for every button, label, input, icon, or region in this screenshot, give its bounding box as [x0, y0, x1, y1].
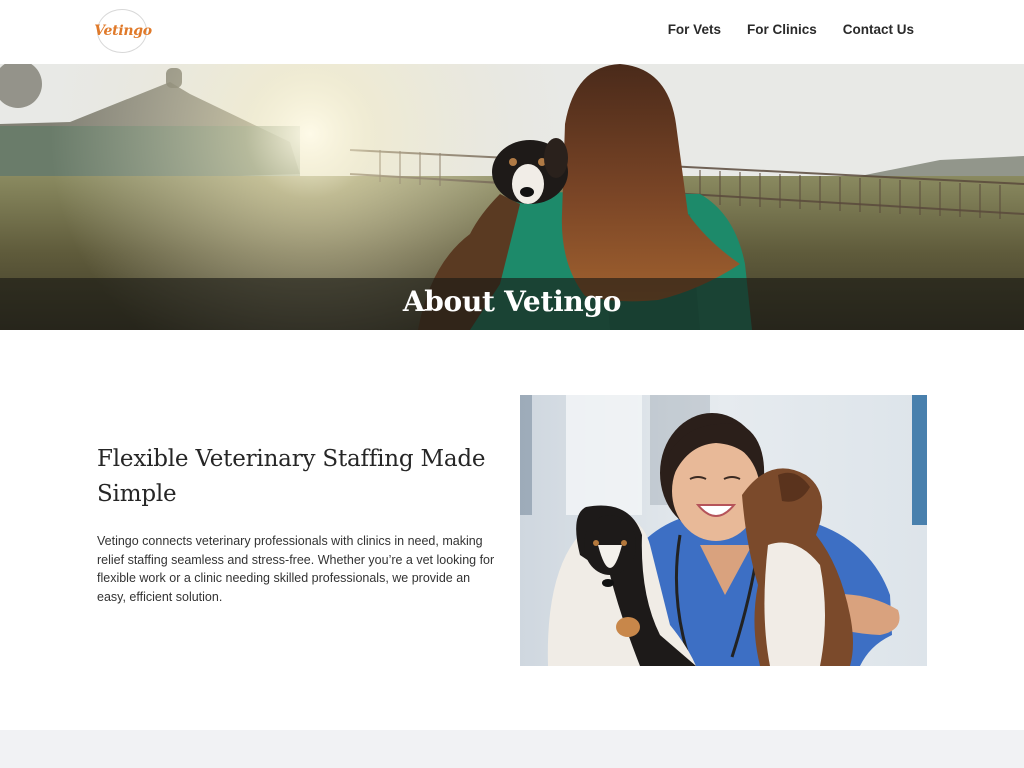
nav-link-for-clinics[interactable]: For Clinics — [747, 22, 817, 37]
about-image — [520, 395, 927, 666]
nav-link-contact-us[interactable]: Contact Us — [843, 22, 914, 37]
about-paragraph: Vetingo connects veterinary professional… — [97, 534, 495, 604]
logo[interactable]: Vetingo — [94, 9, 152, 53]
site-header: Vetingo For Vets For Clinics Contact Us — [0, 0, 1024, 64]
nav-link-for-vets[interactable]: For Vets — [668, 22, 721, 37]
about-heading: Flexible Veterinary Staffing Made Simple — [97, 446, 486, 507]
vet-with-puppies-illustration — [520, 395, 927, 666]
logo-text: Vetingo — [94, 23, 152, 39]
page-title: About Vetingo — [402, 285, 622, 318]
hero-banner: About Vetingo — [0, 64, 1024, 330]
footer-band — [0, 730, 1024, 768]
main-nav: For Vets For Clinics Contact Us — [668, 22, 914, 37]
